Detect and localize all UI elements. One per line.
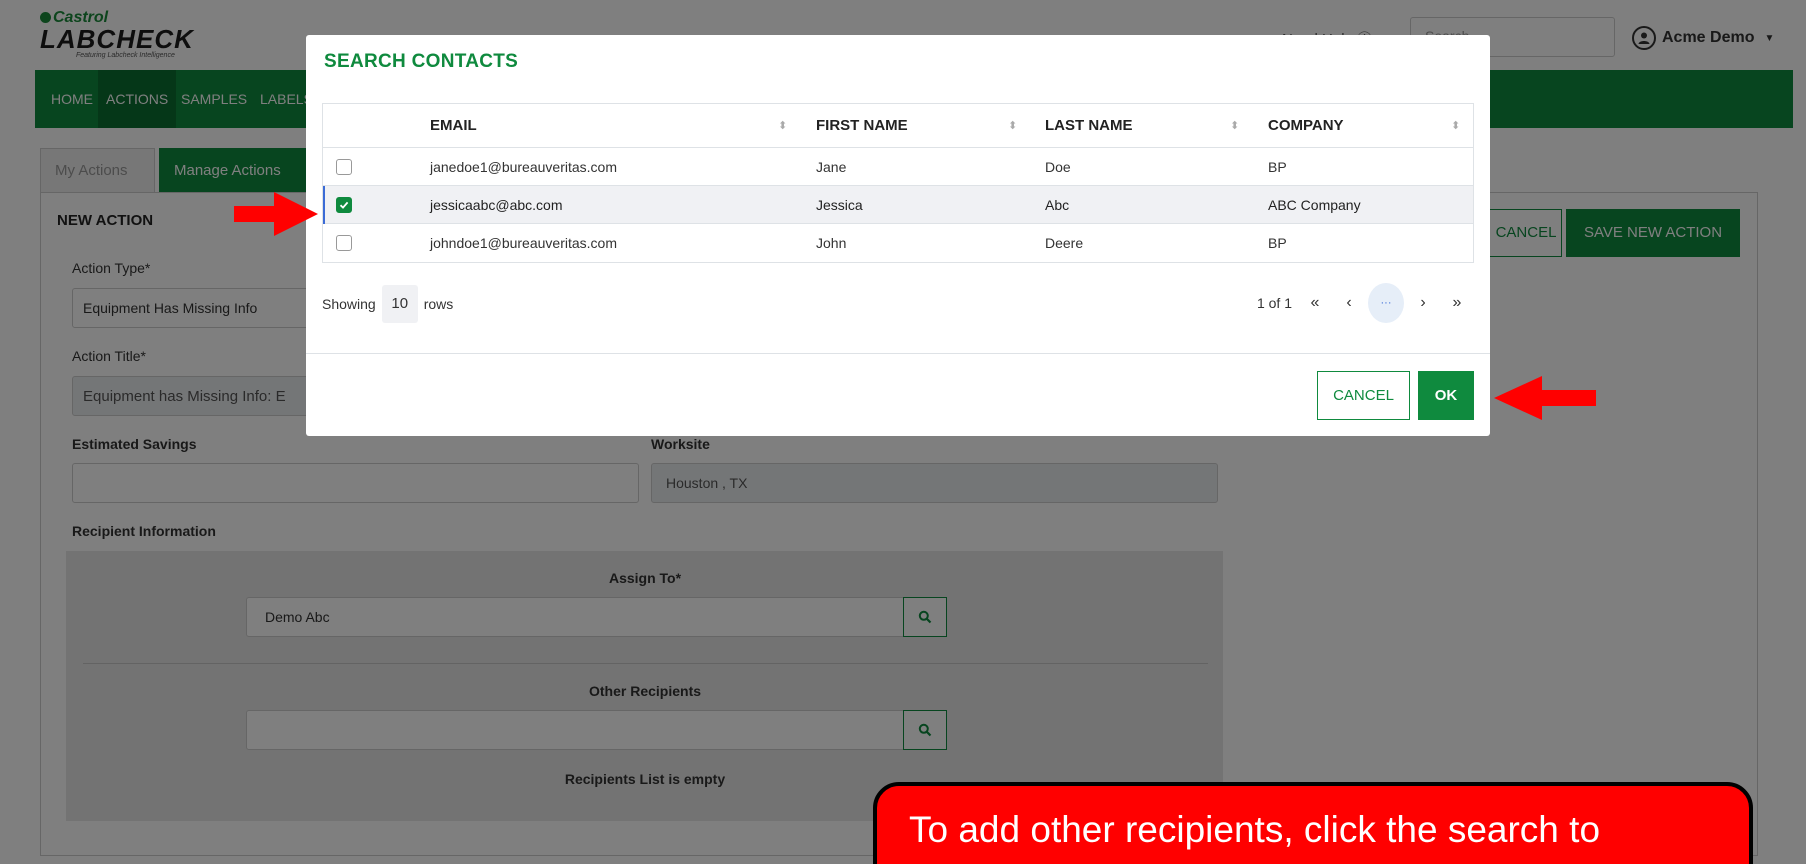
row-checkbox[interactable] [336, 159, 352, 175]
rows-per-page-select[interactable]: 10 [381, 285, 418, 323]
next-page-button[interactable]: › [1406, 283, 1440, 323]
cell-email: janedoe1@bureauveritas.com [430, 159, 617, 175]
sort-icon[interactable]: ⬍ [778, 104, 787, 148]
sort-icon[interactable]: ⬍ [1008, 104, 1017, 148]
first-page-button[interactable]: « [1298, 283, 1332, 323]
search-contacts-modal: SEARCH CONTACTS EMAIL ⬍ FIRST NAME ⬍ LAS… [306, 35, 1490, 436]
current-page-button[interactable]: ··· [1368, 283, 1404, 323]
row-checkbox[interactable] [336, 235, 352, 251]
cell-first-name: Jessica [816, 197, 863, 213]
column-company[interactable]: COMPANY [1268, 104, 1344, 148]
sort-icon[interactable]: ⬍ [1451, 104, 1460, 148]
cell-last-name: Doe [1045, 159, 1071, 175]
modal-cancel-button[interactable]: CANCEL [1317, 371, 1410, 420]
cell-first-name: Jane [816, 159, 847, 175]
table-row-selected[interactable]: jessicaabc@abc.com Jessica Abc ABC Compa… [323, 186, 1473, 224]
modal-footer-divider [306, 353, 1490, 354]
modal-title: SEARCH CONTACTS [324, 51, 519, 72]
cell-email: jessicaabc@abc.com [430, 197, 563, 213]
last-page-button[interactable]: » [1440, 283, 1474, 323]
cell-first-name: John [816, 235, 847, 251]
arrow-right-icon [234, 192, 318, 236]
cell-email: johndoe1@bureauveritas.com [430, 235, 617, 251]
pagination: 1 of 1 « ‹ ··· › » [1257, 283, 1474, 323]
cell-last-name: Abc [1045, 197, 1070, 213]
row-checkbox-checked[interactable] [336, 197, 352, 213]
sort-icon[interactable]: ⬍ [1230, 104, 1239, 148]
column-email[interactable]: EMAIL [430, 104, 477, 148]
previous-page-button[interactable]: ‹ [1332, 283, 1366, 323]
arrow-left-icon [1494, 376, 1596, 420]
cell-company: ABC Company [1268, 197, 1361, 213]
modal-ok-button[interactable]: OK [1418, 371, 1474, 420]
contacts-table: EMAIL ⬍ FIRST NAME ⬍ LAST NAME ⬍ COMPANY… [322, 103, 1474, 263]
table-row[interactable]: janedoe1@bureauveritas.com Jane Doe BP [323, 148, 1473, 186]
cell-last-name: Deere [1045, 235, 1084, 251]
column-last-name[interactable]: LAST NAME [1045, 104, 1133, 148]
rows-label: rows [423, 296, 454, 312]
table-row[interactable]: johndoe1@bureauveritas.com John Deere BP [323, 224, 1473, 262]
checkmark-icon [339, 201, 349, 209]
rows-per-page: Showing 10 rows [322, 285, 453, 323]
instruction-callout: To add other recipients, click the searc… [873, 782, 1753, 864]
page-info: 1 of 1 [1256, 295, 1292, 311]
cell-company: BP [1268, 235, 1287, 251]
column-first-name[interactable]: FIRST NAME [816, 104, 908, 148]
showing-label: Showing [322, 296, 376, 312]
table-header: EMAIL ⬍ FIRST NAME ⬍ LAST NAME ⬍ COMPANY… [323, 104, 1473, 148]
selected-row-indicator [323, 186, 325, 224]
cell-company: BP [1268, 159, 1287, 175]
